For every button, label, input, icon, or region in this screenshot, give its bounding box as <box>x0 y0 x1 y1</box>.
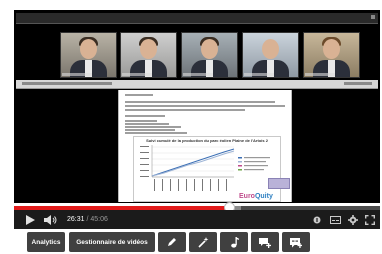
volume-icon <box>44 214 57 225</box>
video-frame[interactable]: Suivi cumulé de la production du parc éo… <box>14 10 380 203</box>
analytics-button[interactable]: Analytics <box>27 232 65 252</box>
screen-title-bar <box>16 13 378 24</box>
captions-bubble-icon <box>290 237 302 248</box>
creator-action-bar: Analytics Gestionnaire de vidéos <box>0 229 382 254</box>
music-note-icon <box>230 236 239 248</box>
participant-video <box>242 32 299 78</box>
euroquity-logo: EuroQuity <box>239 193 273 200</box>
current-time: 26:31 <box>67 216 85 223</box>
player-controls: 26:31 / 45:06 <box>14 210 380 229</box>
time-display: 26:31 / 45:06 <box>67 210 108 229</box>
participant-video <box>303 32 360 78</box>
participant-video <box>120 32 177 78</box>
annotations-button[interactable] <box>251 232 279 252</box>
webcam-participants <box>60 32 380 78</box>
chart-plot <box>140 145 270 191</box>
volume-button[interactable] <box>44 210 58 229</box>
gear-icon <box>348 214 358 225</box>
pencil-icon <box>168 238 176 246</box>
captions-button[interactable] <box>282 232 310 252</box>
subtitles-icon <box>329 215 341 224</box>
magic-wand-icon <box>197 236 208 248</box>
hd-icon <box>313 216 321 223</box>
production-chart: Suivi cumulé de la production du parc éo… <box>133 136 281 202</box>
presenter-cursor-highlight <box>268 178 290 189</box>
video-manager-button[interactable]: Gestionnaire de vidéos <box>69 232 155 252</box>
subtitles-button[interactable] <box>329 210 341 229</box>
shared-email-document: Suivi cumulé de la production du parc éo… <box>118 90 292 202</box>
enhance-button[interactable] <box>158 232 186 252</box>
play-button[interactable] <box>24 210 36 229</box>
audio-button[interactable] <box>220 232 248 252</box>
quality-button[interactable] <box>312 210 322 229</box>
settings-button[interactable] <box>347 210 359 229</box>
fullscreen-button[interactable] <box>364 210 376 229</box>
duration: 45:06 <box>90 216 108 223</box>
speech-bubble-plus-icon <box>259 237 271 248</box>
participant-video <box>60 32 117 78</box>
play-icon <box>25 214 35 225</box>
shared-screen-toolbar <box>16 80 378 89</box>
fullscreen-icon <box>365 214 375 225</box>
effects-button[interactable] <box>189 232 217 252</box>
participant-video <box>181 32 238 78</box>
